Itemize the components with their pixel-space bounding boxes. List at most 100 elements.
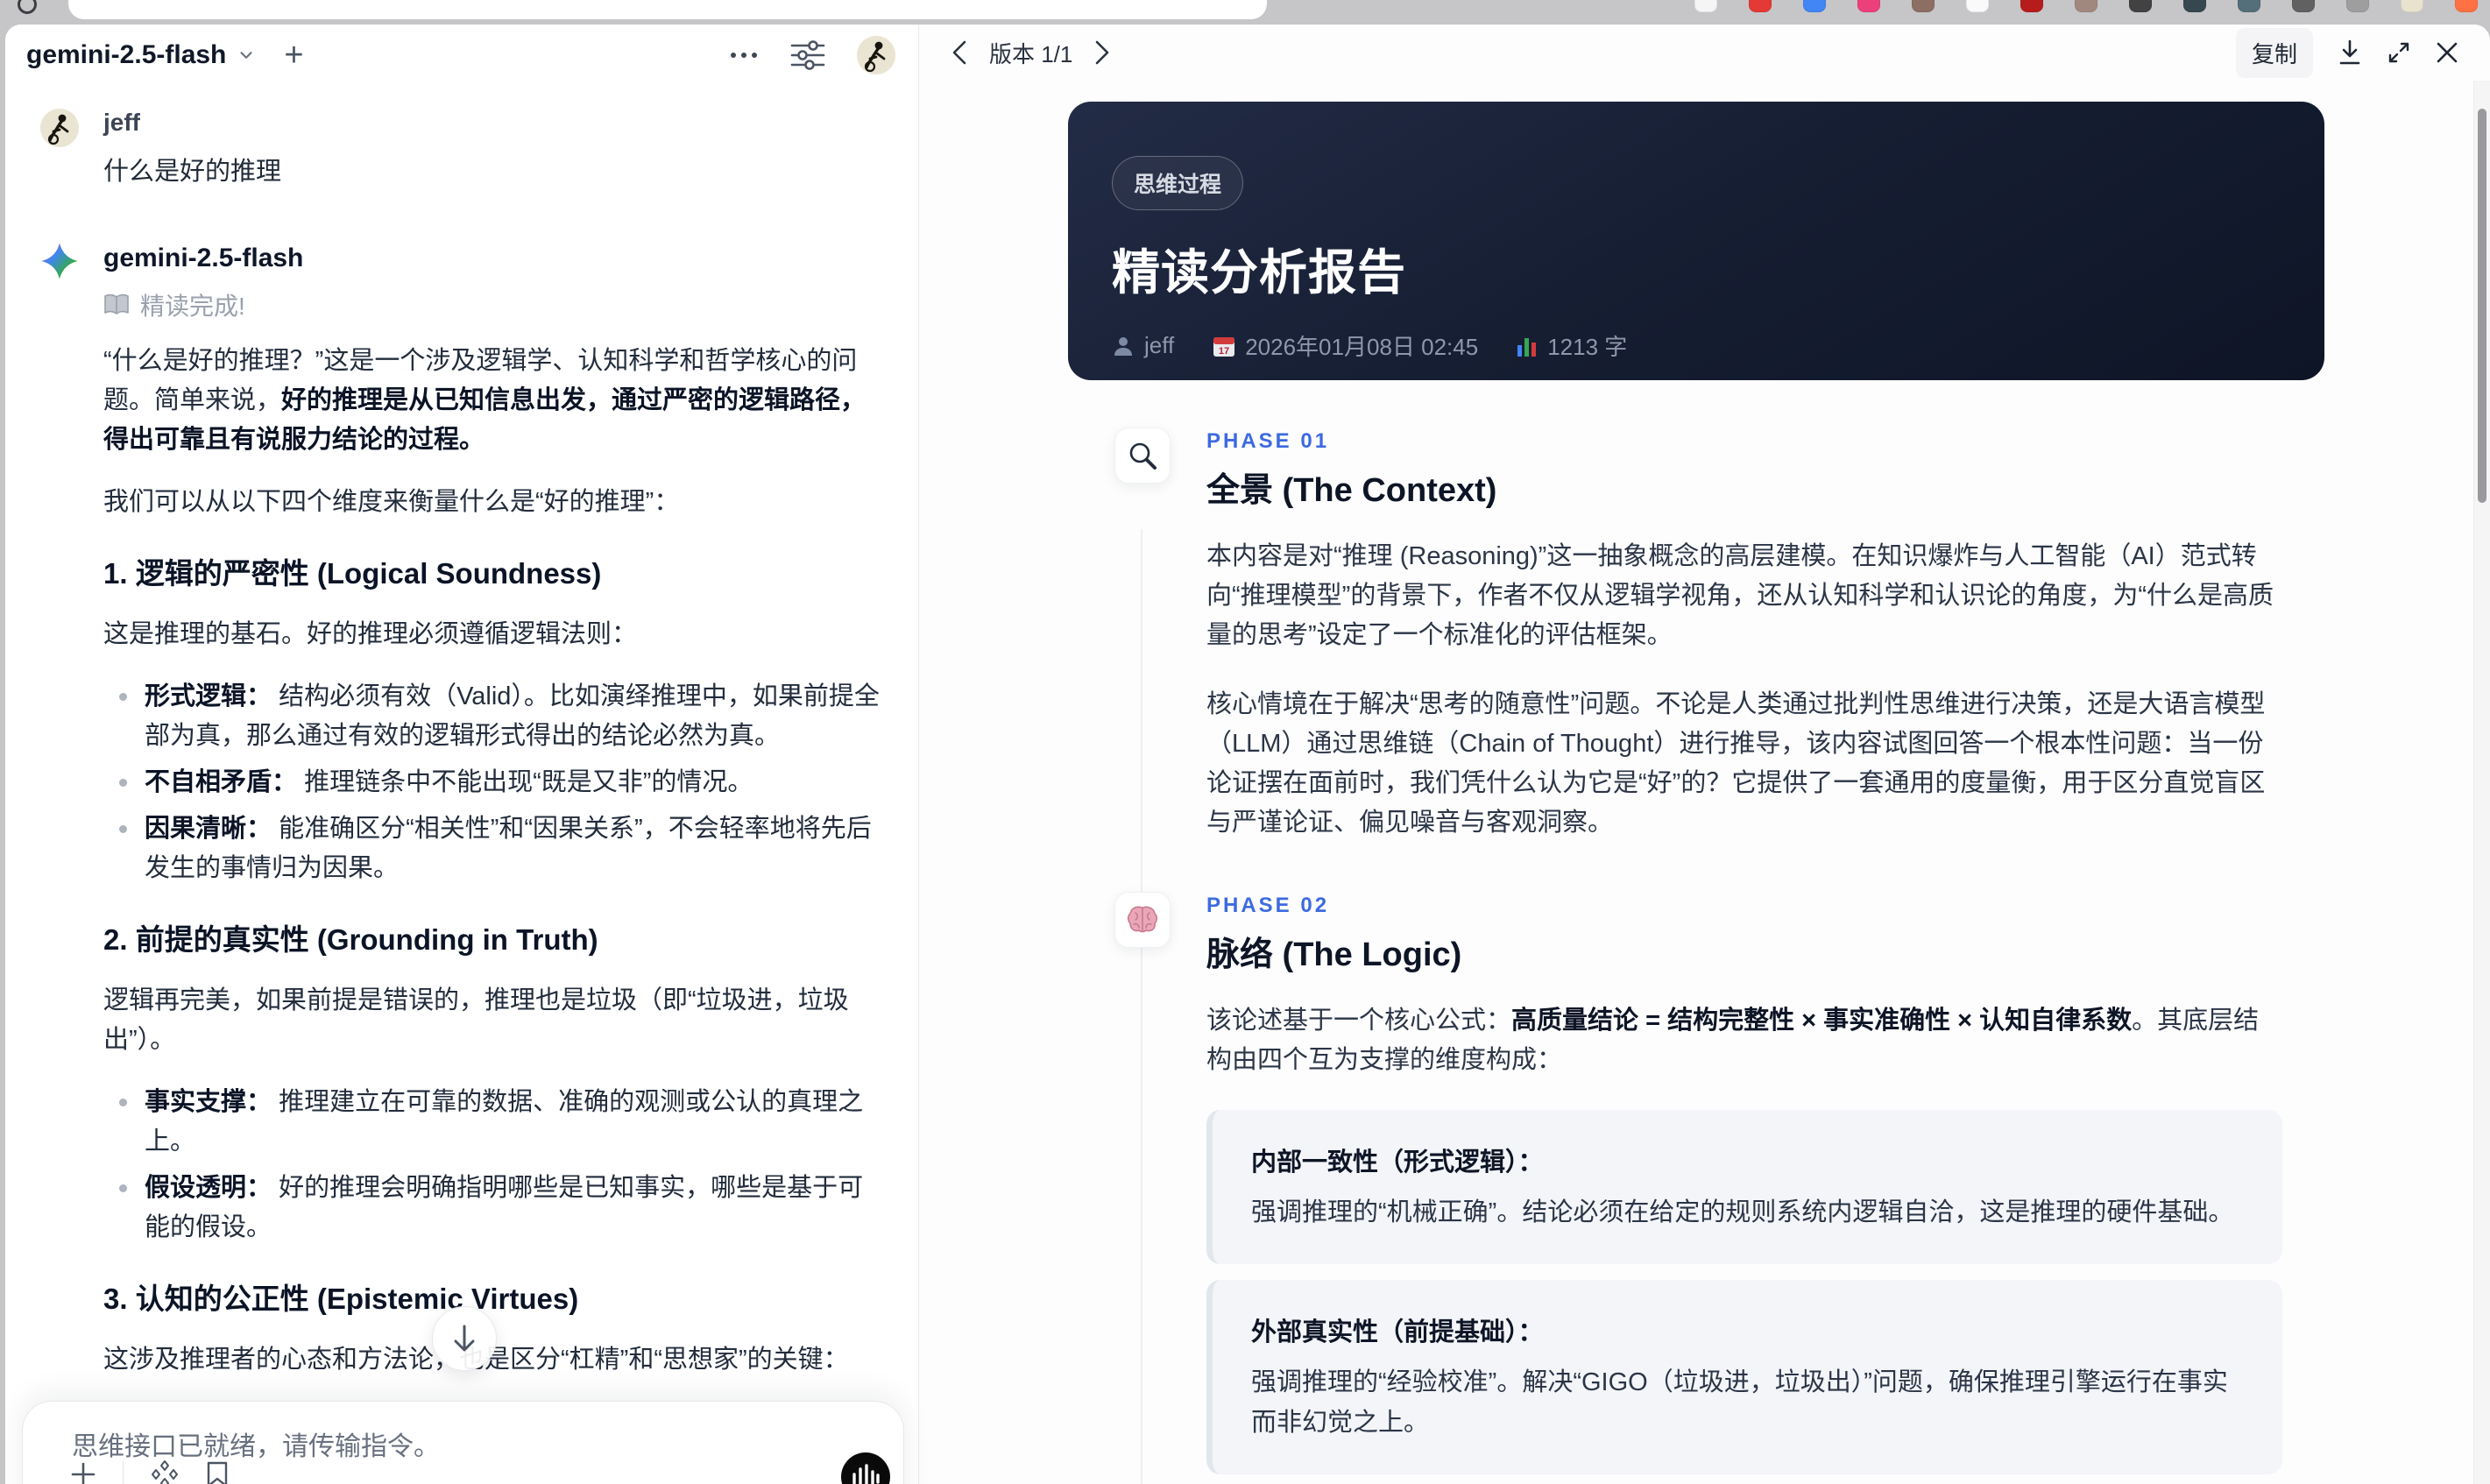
logic-card-title: 外部真实性（前提基础）： xyxy=(1251,1318,1544,1346)
section-heading: 1. 逻辑的严密性 (Logical Soundness) xyxy=(103,557,602,590)
extension-icon[interactable] xyxy=(2292,0,2315,12)
extension-icon[interactable] xyxy=(2401,0,2423,12)
model-selector[interactable]: gemini-2.5-flash xyxy=(26,40,256,70)
scroll-to-bottom-button[interactable] xyxy=(432,1306,497,1371)
logic-card-body: 强调推理的“机械正确”。结论必须在给定的规则系统内逻辑自洽，这是推理的硬件基础。 xyxy=(1251,1198,2234,1226)
next-version-button[interactable] xyxy=(1093,40,1111,65)
message-author: jeff xyxy=(103,109,140,136)
bullet-item: 形式逻辑： 结构必须有效（Valid）。比如演绎推理中，如果前提全部为真，那么通… xyxy=(103,677,881,756)
plus-icon xyxy=(71,1462,95,1484)
composer[interactable]: 思维接口已就绪，请传输指令。 xyxy=(22,1401,904,1484)
extension-icon[interactable] xyxy=(2020,0,2043,12)
report-phases: PHASE 01 全景 (The Context) 本内容是对“推理 (Reas… xyxy=(1068,428,2324,1484)
section-heading: 2. 前提的真实性 (Grounding in Truth) xyxy=(103,923,598,956)
close-button[interactable] xyxy=(2436,41,2458,64)
extension-icon[interactable] xyxy=(2183,0,2206,12)
calendar-icon: 17 xyxy=(1213,336,1235,357)
intro-paragraph-2: 我们可以从以下四个维度来衡量什么是“好的推理”： xyxy=(103,488,680,516)
soccer-player-avatar-icon xyxy=(857,36,895,74)
bullet-list: 事实支撑： 推理建立在可靠的数据、准确的观测或公认的真理之上。 假设透明： 好的推… xyxy=(103,1083,881,1247)
extension-icon[interactable] xyxy=(1749,0,1772,12)
extension-icon[interactable] xyxy=(2455,0,2478,12)
user-avatar[interactable] xyxy=(857,36,895,74)
extension-icons xyxy=(1694,0,2478,12)
reload-icon[interactable] xyxy=(18,0,37,14)
magnifier-icon xyxy=(1129,442,1157,470)
message-text: 什么是好的推理 xyxy=(103,158,282,186)
models-button[interactable] xyxy=(150,1459,180,1484)
extension-icon[interactable] xyxy=(2346,0,2369,12)
extension-icon[interactable] xyxy=(1966,0,1989,12)
extension-icon[interactable] xyxy=(1912,0,1935,12)
composer-placeholder: 思维接口已就绪，请传输指令。 xyxy=(72,1432,440,1461)
assistant-status: 精读完成! xyxy=(103,287,881,322)
user-message: jeff 什么是好的推理 xyxy=(40,109,918,187)
chevron-right-icon xyxy=(1096,40,1109,65)
phase-paragraph: 核心情境在于解决“思考的随意性”问题。不论是人类通过批判性思维进行决策，还是大语… xyxy=(1206,690,2266,837)
chevron-down-icon xyxy=(240,52,252,59)
arrow-down-icon xyxy=(454,1325,475,1352)
logic-card: 内部一致性（形式逻辑）： 强调推理的“机械正确”。结论必须在给定的规则系统内逻辑自… xyxy=(1206,1110,2282,1264)
phase-paragraph: 本内容是对“推理 (Reasoning)”这一抽象概念的高层建模。在知识爆炸与人… xyxy=(1206,542,2274,649)
report-title: 精读分析报告 xyxy=(1112,245,1407,300)
download-icon xyxy=(2339,39,2360,65)
assistant-message: gemini-2.5-flash 精读完成! “什么是好的推理？”这是一个涉及逻… xyxy=(40,242,918,1484)
phase-paragraph: 该论述基于一个核心公式：高质量结论 = 结构完整性 × 事实准确性 × 认知自律… xyxy=(1206,1007,2260,1074)
voice-waveform-icon xyxy=(852,1464,880,1484)
section-intro: 逻辑再完美，如果前提是错误的，推理也是垃圾（即“垃圾进，垃圾出”）。 xyxy=(103,986,849,1054)
assistant-model-name: gemini-2.5-flash xyxy=(103,244,304,272)
models-diamonds-icon xyxy=(152,1460,178,1484)
bullet-list: 形式逻辑： 结构必须有效（Valid）。比如演绎推理中，如果前提全部为真，那么通… xyxy=(103,677,881,888)
report-author: jeff xyxy=(1112,332,1174,359)
gemini-star-icon xyxy=(41,243,78,279)
section-intro: 这是推理的基石。好的推理必须遵循逻辑法则： xyxy=(103,620,638,648)
phase-title: 全景 (The Context) xyxy=(1206,472,1497,509)
phase-label: PHASE 01 xyxy=(1206,429,1330,453)
more-menu-icon xyxy=(731,53,757,58)
bookmark-icon xyxy=(207,1461,228,1484)
bullet-item: 假设透明： 好的推理会明确指明哪些是已知事实，哪些是基于可能的假设。 xyxy=(103,1169,881,1247)
copy-button[interactable]: 复制 xyxy=(2235,27,2313,78)
version-label: 版本 1/1 xyxy=(989,40,1073,67)
more-menu-button[interactable] xyxy=(729,51,759,60)
extension-icon[interactable] xyxy=(1857,0,1880,12)
expand-button[interactable] xyxy=(2387,40,2411,65)
new-chat-button[interactable]: + xyxy=(279,38,308,73)
extension-icon[interactable] xyxy=(1803,0,1826,12)
phase-2-icon-card xyxy=(1114,892,1171,948)
report-meta: jeff 17 2026年01月08日 02:45 1213 字 xyxy=(1112,329,2281,362)
extension-icon[interactable] xyxy=(1694,0,1717,12)
section-heading: 3. 认知的公正性 (Epistemic Virtues) xyxy=(103,1283,579,1315)
address-bar[interactable] xyxy=(68,0,1267,19)
extension-icon[interactable] xyxy=(2238,0,2260,12)
sliders-icon xyxy=(790,40,825,70)
bullet-item: 不自相矛盾： 推理链条中不能出现“既是又非”的情况。 xyxy=(103,763,881,802)
report-word-count: 1213 字 xyxy=(1517,329,1627,362)
assistant-markdown: “什么是好的推理？”这是一个涉及逻辑学、认知科学和哲学核心的问题。简单来说，好的… xyxy=(103,342,881,1484)
previous-version-button[interactable] xyxy=(951,40,968,65)
person-icon xyxy=(1114,336,1132,356)
download-button[interactable] xyxy=(2338,39,2362,66)
extension-icon[interactable] xyxy=(2129,0,2152,12)
bar-chart-icon xyxy=(1517,337,1537,357)
intro-paragraph: “什么是好的推理？”这是一个涉及逻辑学、认知科学和哲学核心的问题。简单来说，好的… xyxy=(103,347,867,454)
scrollbar-thumb[interactable] xyxy=(2478,109,2486,503)
attach-plus-button[interactable] xyxy=(70,1461,96,1484)
report-badge: 思维过程 xyxy=(1112,156,1244,210)
version-navigation: 版本 1/1 xyxy=(951,37,1111,69)
artifact-header: 版本 1/1 复制 xyxy=(919,25,2490,81)
scrollbar-track[interactable] xyxy=(2473,81,2490,1484)
svg-text:17: 17 xyxy=(1219,346,1229,357)
soccer-player-avatar-icon xyxy=(40,109,79,147)
chat-header: gemini-2.5-flash + xyxy=(5,25,918,86)
brain-icon xyxy=(1127,906,1158,933)
logic-card: 外部真实性（前提基础）： 强调推理的“经验校准”。解决“GIGO（垃圾进，垃圾出）… xyxy=(1206,1280,2282,1474)
report-document[interactable]: 思维过程 精读分析报告 jeff 17 2026年01月08日 02:45 12… xyxy=(919,81,2490,1484)
bookmark-button[interactable] xyxy=(206,1460,229,1484)
report-hero-card: 思维过程 精读分析报告 jeff 17 2026年01月08日 02:45 12… xyxy=(1068,102,2324,380)
chat-scroll-area[interactable]: jeff 什么是好的推理 gemini-2.5-flash 精读完成! “什么是… xyxy=(5,86,918,1484)
assistant-status-text: 精读完成! xyxy=(140,293,245,320)
gemini-avatar xyxy=(40,242,79,280)
extension-icon[interactable] xyxy=(2075,0,2097,12)
settings-sliders-button[interactable] xyxy=(790,39,825,71)
